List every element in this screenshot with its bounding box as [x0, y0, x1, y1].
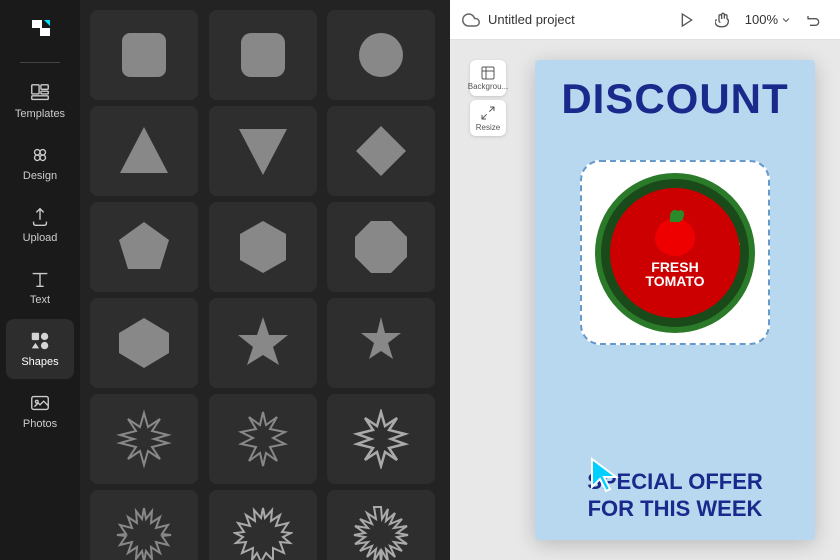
shape-pentagon[interactable] — [90, 202, 198, 292]
badge-text-fresh: FRESH — [651, 260, 698, 274]
cloud-icon — [462, 11, 480, 29]
upload-icon — [29, 206, 51, 228]
hand-button[interactable] — [709, 6, 737, 34]
badge-text-tomato: TOMATO — [645, 274, 704, 288]
hand-icon — [715, 12, 731, 28]
undo-button[interactable] — [800, 6, 828, 34]
shape-rounded-square-2[interactable] — [209, 10, 317, 100]
shape-diamond[interactable] — [327, 106, 435, 196]
canvas-badge: THE HOT TOMATO MAGAZINE • THE HOT TOMATO… — [595, 173, 755, 333]
resize-tool[interactable]: Resize — [470, 100, 506, 136]
topbar: Untitled project 100% — [450, 0, 840, 40]
shape-star-12b[interactable] — [209, 490, 317, 560]
special-offer-text: SPECIAL OFFER FOR THIS WEEK — [535, 469, 815, 522]
sidebar-item-text[interactable]: Text — [6, 257, 74, 317]
resize-icon — [480, 105, 496, 121]
canvas-image-box: THE HOT TOMATO MAGAZINE • THE HOT TOMATO… — [580, 160, 770, 345]
sidebar-item-photos[interactable]: Photos — [6, 381, 74, 441]
background-icon — [480, 65, 496, 81]
shape-triangle-up[interactable] — [90, 106, 198, 196]
design-canvas: DISCOUNT THE HOT TOMATO MAGAZINE • THE H… — [535, 60, 815, 540]
project-title: Untitled project — [488, 12, 665, 27]
shape-hexagon[interactable] — [209, 202, 317, 292]
shape-star-8-outline[interactable] — [90, 394, 198, 484]
shapes-grid — [80, 0, 450, 560]
shape-triangle-down[interactable] — [209, 106, 317, 196]
shapes-panel — [80, 0, 450, 560]
shape-starburst[interactable] — [327, 490, 435, 560]
sidebar-item-design[interactable]: Design — [6, 133, 74, 193]
text-icon — [29, 268, 51, 290]
play-button[interactable] — [673, 6, 701, 34]
left-toolbar: Backgrou... Resize — [470, 60, 506, 136]
shape-star-6[interactable] — [209, 298, 317, 388]
tomato-shape — [655, 218, 695, 256]
shape-rounded-square[interactable] — [90, 10, 198, 100]
shape-hexagon2[interactable] — [90, 298, 198, 388]
shape-star-8-outline2[interactable] — [209, 394, 317, 484]
shape-star-8-outline3[interactable] — [327, 394, 435, 484]
sidebar-item-upload[interactable]: Upload — [6, 195, 74, 255]
app-logo — [22, 10, 58, 46]
sidebar-divider — [20, 62, 60, 63]
chevron-down-icon — [780, 14, 792, 26]
topbar-actions: 100% — [673, 6, 828, 34]
undo-icon — [806, 12, 822, 28]
main-area: Untitled project 100% — [450, 0, 840, 560]
design-icon — [29, 144, 51, 166]
sidebar-item-shapes[interactable]: Shapes — [6, 319, 74, 379]
background-tool[interactable]: Backgrou... — [470, 60, 506, 96]
discount-text: DISCOUNT — [535, 78, 815, 120]
sidebar: Templates Design Upload Text — [0, 0, 80, 560]
photos-icon — [29, 392, 51, 414]
templates-icon — [29, 82, 51, 104]
play-icon — [679, 12, 695, 28]
zoom-control[interactable]: 100% — [745, 12, 792, 27]
shape-star-5[interactable] — [327, 298, 435, 388]
canvas-area: Backgrou... Resize DISCOUNT — [450, 40, 840, 560]
badge-inner: FRESH TOMATO — [610, 188, 740, 318]
shape-octagon[interactable] — [327, 202, 435, 292]
sidebar-item-templates[interactable]: Templates — [6, 71, 74, 131]
shape-star-12[interactable] — [90, 490, 198, 560]
shapes-icon — [29, 330, 51, 352]
shape-circle[interactable] — [327, 10, 435, 100]
